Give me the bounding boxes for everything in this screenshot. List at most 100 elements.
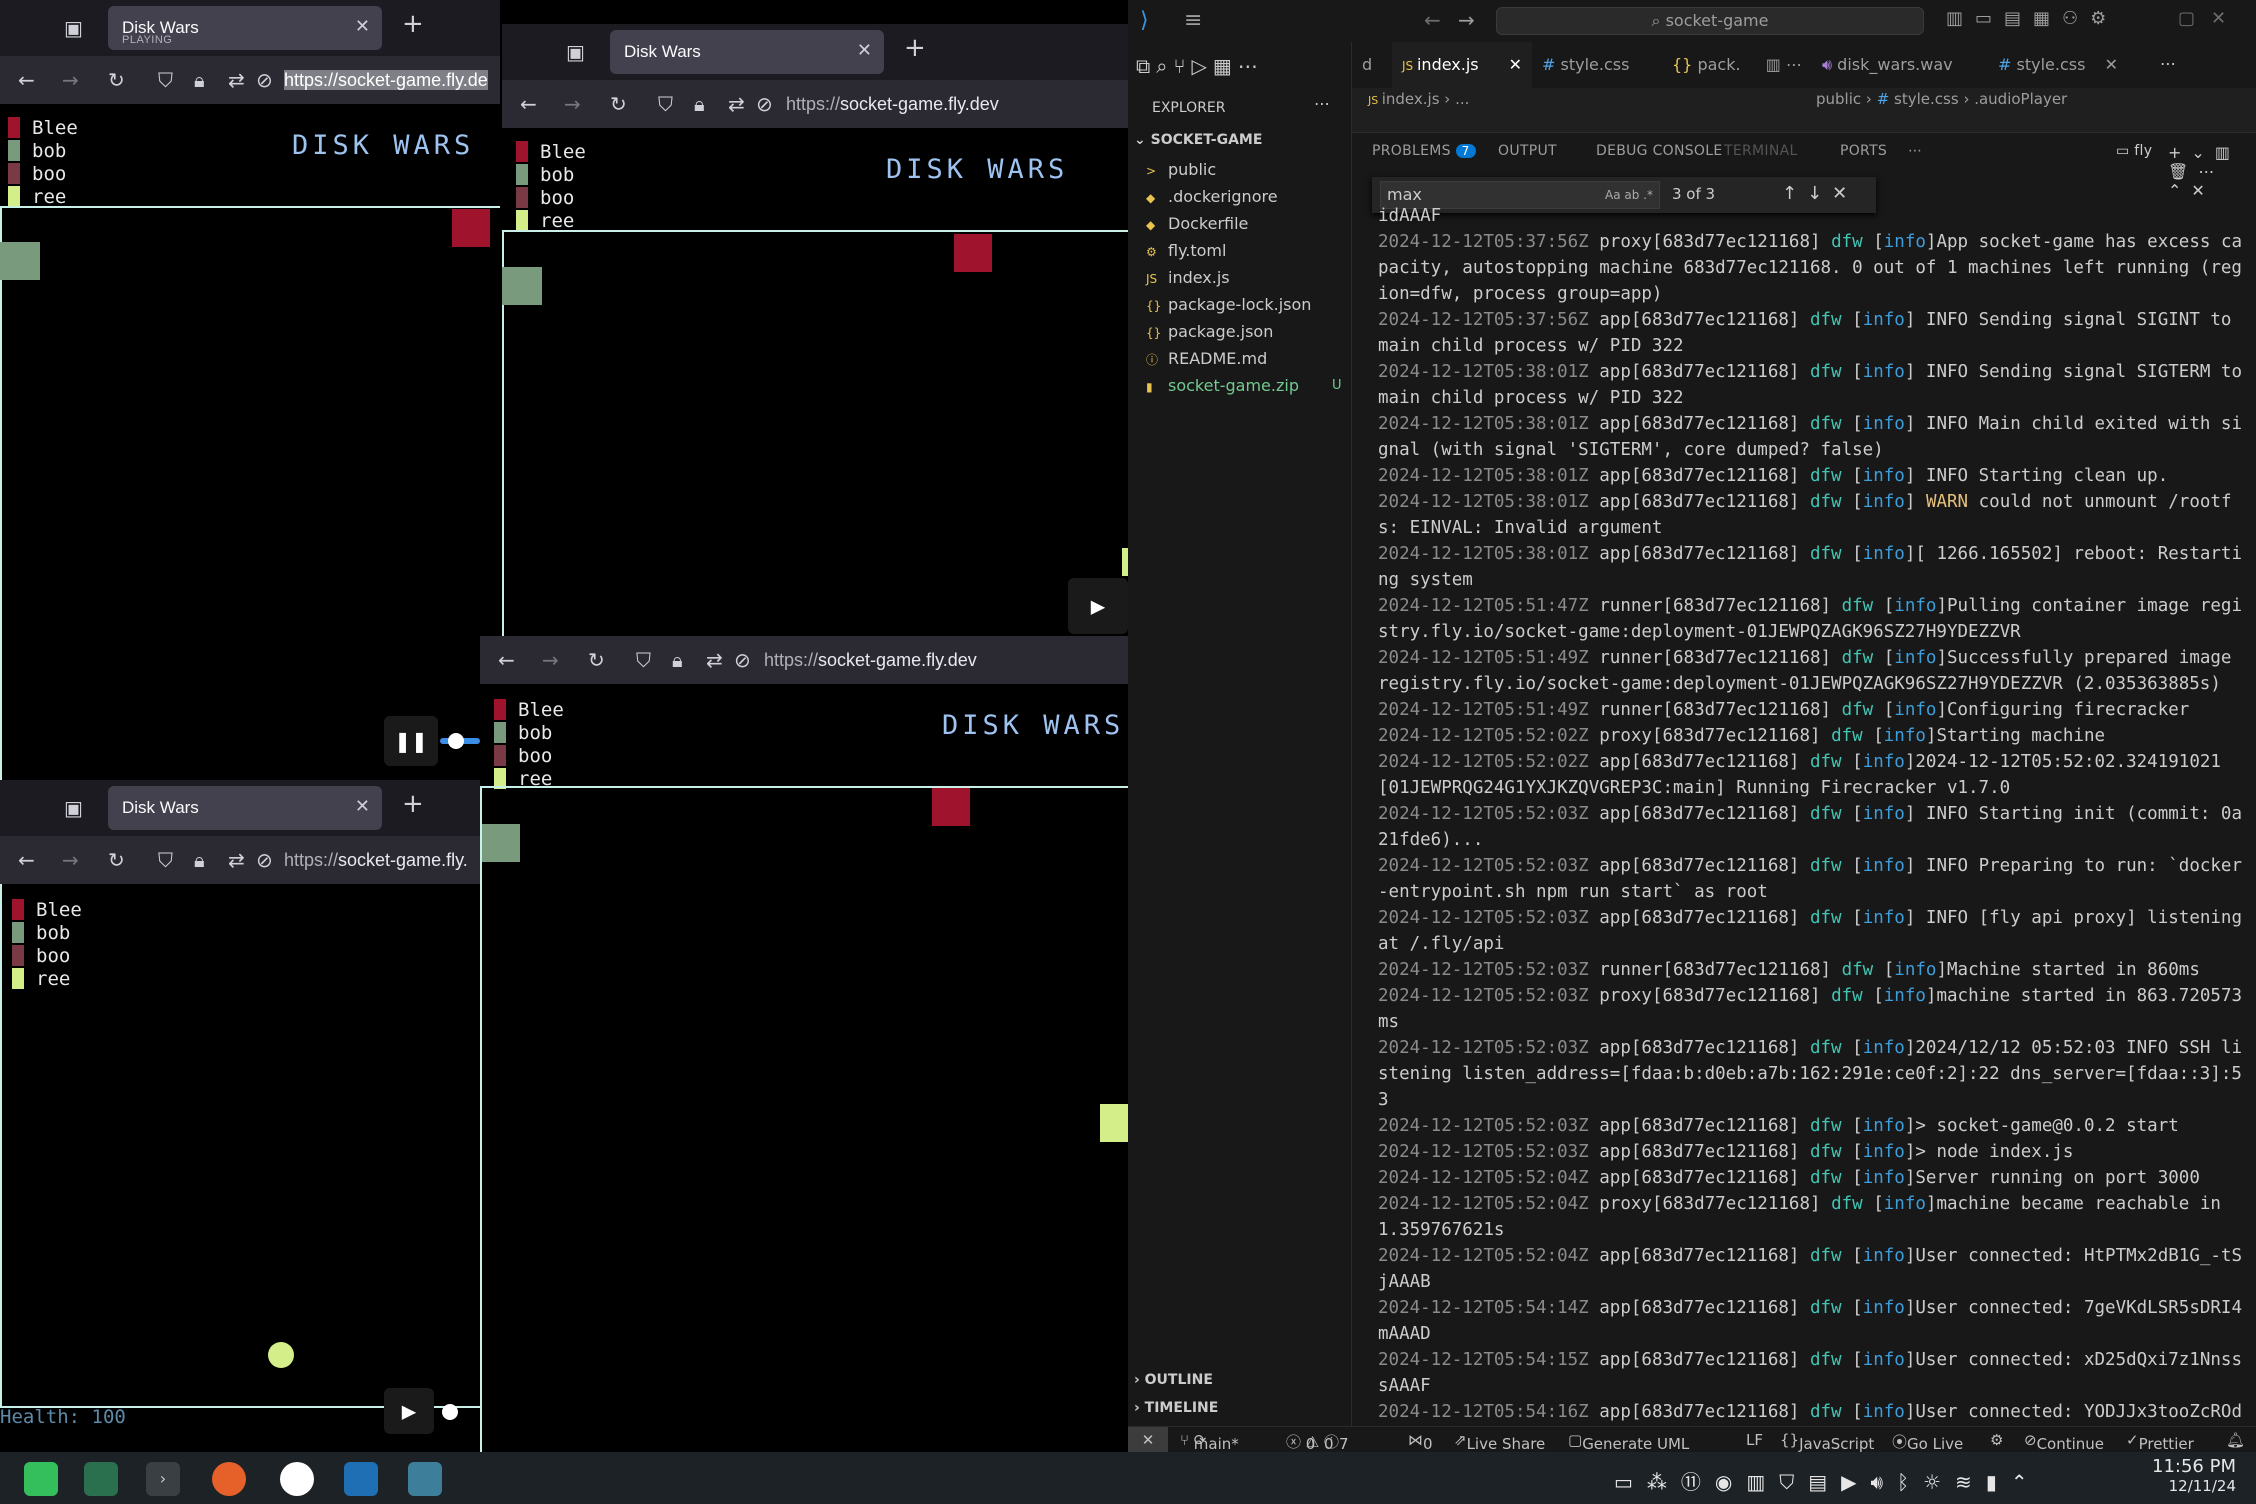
forward-icon[interactable]: → bbox=[542, 650, 559, 670]
back-icon[interactable]: ← bbox=[1424, 8, 1441, 32]
tab-ports[interactable]: PORTS bbox=[1840, 143, 1887, 159]
file-item[interactable]: ⓘ README.md bbox=[1146, 345, 1267, 372]
layout-icons[interactable]: ▥▭▤▦⚇⚙ bbox=[1946, 8, 2118, 29]
crumb[interactable]: index.js bbox=[1382, 90, 1440, 108]
lock-icon[interactable]: 🔒︎ bbox=[672, 650, 683, 670]
more-icon[interactable]: ⋯ bbox=[1314, 94, 1330, 113]
remote-icon[interactable]: ✕ bbox=[1128, 1427, 1168, 1452]
timeline-section[interactable]: › TIMELINE bbox=[1134, 1400, 1218, 1416]
terminal-name[interactable]: ▭ fly bbox=[2116, 143, 2152, 159]
file-item[interactable]: ◆ Dockerfile bbox=[1146, 210, 1248, 237]
file-item[interactable]: {} package.json bbox=[1146, 318, 1273, 345]
crumb[interactable]: public bbox=[1816, 90, 1861, 108]
url-bar[interactable]: https://socket-game.fly. bbox=[284, 844, 480, 876]
find-nav-icons[interactable]: ↑↓✕ bbox=[1782, 183, 1857, 204]
new-tab-icon[interactable]: + bbox=[904, 35, 926, 61]
tab-d[interactable]: d bbox=[1352, 42, 1392, 88]
go-live[interactable]: ⦿ Go Live bbox=[1892, 1431, 1963, 1452]
pause-button[interactable]: ❚❚ bbox=[384, 716, 438, 766]
permissions-icon[interactable]: ⇄ bbox=[228, 850, 245, 870]
game-canvas[interactable]: Blee bob boo ree DISK WARS bbox=[0, 104, 500, 783]
tab-disk-wars[interactable]: Disk Wars ✕ bbox=[610, 30, 884, 74]
permissions-icon[interactable]: ⇄ bbox=[228, 70, 245, 90]
panel-actions[interactable]: +⌄▥🗑⋯⌃✕ bbox=[2168, 143, 2256, 200]
crumb[interactable]: style.css bbox=[1894, 90, 1959, 108]
close-icon[interactable]: ✕ bbox=[355, 16, 370, 37]
back-icon[interactable]: ← bbox=[18, 70, 35, 90]
tab-problems[interactable]: PROBLEMS 7 bbox=[1372, 143, 1476, 159]
file-item[interactable]: ◆ .dockerignore bbox=[1146, 183, 1278, 210]
tab-index-js[interactable]: JS index.js ✕ bbox=[1392, 42, 1532, 88]
file-manager-icon[interactable] bbox=[84, 1462, 118, 1496]
tracking-icon[interactable]: ⊘ bbox=[756, 94, 773, 114]
volume-knob[interactable] bbox=[442, 1404, 458, 1420]
forward-icon[interactable]: → bbox=[62, 850, 79, 870]
tab-terminal[interactable]: TERMINAL bbox=[1724, 143, 1798, 159]
crumb[interactable]: ... bbox=[1455, 90, 1469, 108]
activity-icons[interactable]: ⧉⌕⑂▷▦⋯ bbox=[1136, 54, 1264, 78]
project-header[interactable]: ⌄ SOCKET-GAME bbox=[1134, 132, 1262, 148]
file-item[interactable]: {} package-lock.json bbox=[1146, 291, 1311, 318]
game-canvas[interactable]: Blee bob boo ree DISK WARS bbox=[480, 684, 1128, 1452]
terminal-icon[interactable]: › bbox=[146, 1462, 180, 1496]
prettier[interactable]: ✓ Prettier bbox=[2126, 1431, 2194, 1452]
live-share[interactable]: ⇗ Live Share bbox=[1454, 1431, 1545, 1452]
reload-icon[interactable]: ↻ bbox=[108, 850, 125, 870]
reload-icon[interactable]: ↻ bbox=[108, 70, 125, 90]
tab-style-css-2[interactable]: # style.css ✕ bbox=[1988, 42, 2128, 88]
tab-list-icon[interactable]: ▣ bbox=[64, 18, 83, 38]
back-icon[interactable]: ← bbox=[498, 650, 515, 670]
file-item[interactable]: JS index.js bbox=[1146, 264, 1230, 291]
language[interactable]: {} JavaScript bbox=[1780, 1431, 1874, 1452]
reload-icon[interactable]: ↻ bbox=[588, 650, 605, 670]
tracking-icon[interactable]: ⊘ bbox=[256, 70, 273, 90]
eol[interactable]: LF bbox=[1746, 1431, 1763, 1449]
game-canvas[interactable]: Blee bob boo ree Health: 100 ▶ bbox=[0, 884, 480, 1452]
generate-uml[interactable]: ▢ Generate UML bbox=[1568, 1431, 1689, 1452]
tab-debug-console[interactable]: DEBUG CONSOLE bbox=[1596, 143, 1723, 159]
file-item[interactable]: ⚙ fly.toml bbox=[1146, 237, 1226, 264]
close-icon[interactable]: ✕ bbox=[1509, 42, 1522, 88]
tab-list-icon[interactable]: ▣ bbox=[64, 798, 83, 818]
tray-icons[interactable]: ▭⁂⑪◉▥⛉▤▶🔊︎ᛒ☼≋▮⌃ bbox=[1614, 1466, 2042, 1495]
tab-list-icon[interactable]: ▣ bbox=[566, 42, 585, 62]
permissions-icon[interactable]: ⇄ bbox=[706, 650, 723, 670]
command-center[interactable]: ⌕ socket-game bbox=[1496, 7, 1924, 35]
more-icon[interactable]: ⋯ bbox=[1908, 143, 1922, 159]
shield-icon[interactable]: ⛉ bbox=[636, 650, 651, 670]
back-icon[interactable]: ← bbox=[18, 850, 35, 870]
permissions-icon[interactable]: ⇄ bbox=[728, 94, 745, 114]
slack-icon[interactable] bbox=[280, 1462, 314, 1496]
crumb[interactable]: .audioPlayer bbox=[1974, 90, 2067, 108]
forward-icon[interactable]: → bbox=[62, 70, 79, 90]
shield-icon[interactable]: ⛉ bbox=[658, 94, 673, 114]
tracking-icon[interactable]: ⊘ bbox=[734, 650, 751, 670]
clock[interactable]: 11:56 PM 12/11/24 bbox=[2140, 1456, 2236, 1495]
volume-knob[interactable] bbox=[448, 733, 464, 749]
lock-icon[interactable]: 🔒︎ bbox=[194, 850, 205, 870]
problems-status[interactable]: ⓧ 0 ⚠ 0 ⓘ 7 bbox=[1286, 1431, 1349, 1452]
lock-icon[interactable]: 🔒︎ bbox=[694, 94, 705, 114]
menu-icon[interactable]: ≡ bbox=[1184, 8, 1202, 33]
tab-disk-wars[interactable]: Disk Wars PLAYING ✕ bbox=[108, 6, 382, 50]
close-icon[interactable]: ✕ bbox=[355, 796, 370, 817]
url-bar[interactable]: https://socket-game.fly.dev bbox=[786, 88, 1116, 120]
manjaro-logo-icon[interactable] bbox=[24, 1462, 58, 1496]
shield-icon[interactable]: ⛉ bbox=[158, 70, 173, 90]
branch[interactable]: ⑂ main* ⟳ bbox=[1180, 1431, 1239, 1452]
play-button[interactable]: ▶ bbox=[1068, 578, 1128, 634]
continue[interactable]: ⊘ Continue bbox=[2024, 1431, 2104, 1452]
shield-icon[interactable]: ⛉ bbox=[158, 850, 173, 870]
tab-style-css[interactable]: # style.css bbox=[1532, 42, 1662, 88]
play-button[interactable]: ▶ bbox=[384, 1388, 434, 1434]
forward-icon[interactable]: → bbox=[564, 94, 581, 114]
more-icon[interactable]: ⋯ bbox=[2160, 54, 2176, 73]
vscode-icon[interactable] bbox=[344, 1462, 378, 1496]
file-item[interactable]: ▮ socket-game.zip U bbox=[1146, 372, 1342, 399]
lock-icon[interactable]: 🔒︎ bbox=[194, 70, 205, 90]
reload-icon[interactable]: ↻ bbox=[610, 94, 627, 114]
game-canvas[interactable]: Blee bob boo ree DISK WARS ▶ bbox=[502, 128, 1128, 640]
bell-icon[interactable]: 🔔︎ bbox=[2226, 1431, 2245, 1449]
tab-disk-wars-wav[interactable]: 🔊︎ disk_wars.wav bbox=[1812, 42, 1988, 88]
tab-output[interactable]: OUTPUT bbox=[1498, 143, 1557, 159]
